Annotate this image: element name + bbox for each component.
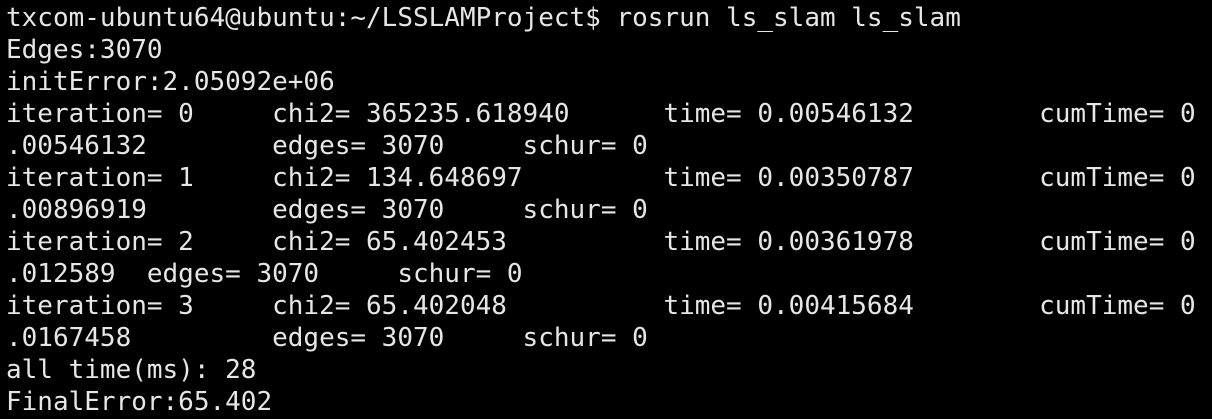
terminal-prompt-line: txcom-ubuntu64@ubuntu:~/LSSLAMProject$ r… [6,3,961,33]
terminal-output-line: .00546132 edges= 3070 schur= 0 [6,131,648,161]
terminal-output-line: Edges:3070 [6,35,163,65]
terminal-output-line: iteration= 0 chi2= 365235.618940 time= 0… [6,99,1196,129]
terminal-output-line: .0167458 edges= 3070 schur= 0 [6,323,648,353]
terminal-output-line: .00896919 edges= 3070 schur= 0 [6,195,648,225]
terminal-output-line: iteration= 1 chi2= 134.648697 time= 0.00… [6,163,1196,193]
terminal-output-line: FinalError:65.402 [6,387,273,417]
terminal-output-line: iteration= 3 chi2= 65.402048 time= 0.004… [6,291,1196,321]
terminal-output-line: .012589 edges= 3070 schur= 0 [6,259,523,289]
terminal-output-line: iteration= 2 chi2= 65.402453 time= 0.003… [6,227,1196,257]
terminal-window[interactable]: txcom-ubuntu64@ubuntu:~/LSSLAMProject$ r… [0,0,1212,419]
terminal-output-line: initError:2.05092e+06 [6,67,335,97]
terminal-output-line: all time(ms): 28 [6,355,257,385]
